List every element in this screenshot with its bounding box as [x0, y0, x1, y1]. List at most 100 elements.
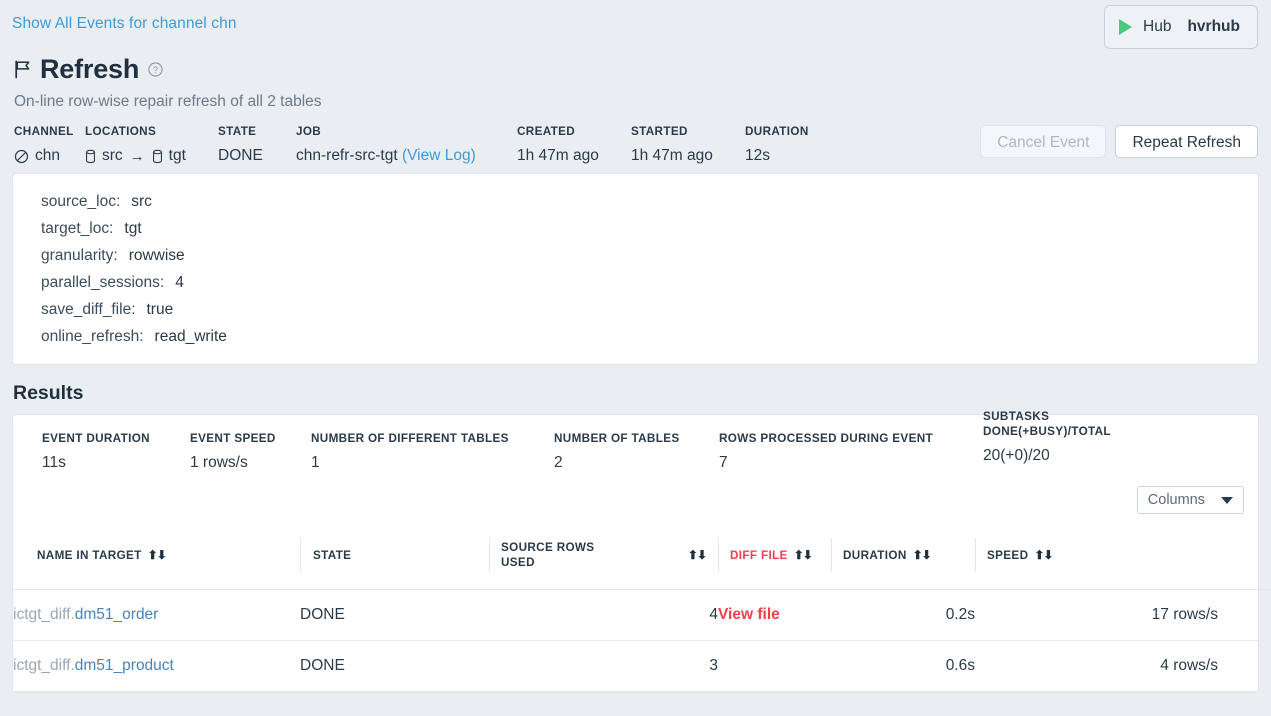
parameter-key: save_diff_file: — [41, 296, 136, 323]
columns-row: Columns — [13, 472, 1258, 514]
meta-channel: CHANNEL chn — [14, 125, 85, 165]
parameter-key: target_loc: — [41, 215, 113, 242]
columns-button-label: Columns — [1148, 492, 1205, 508]
meta-locations: LOCATIONS src → tgt — [85, 125, 218, 165]
results-stats-row: EVENT DURATION 11s EVENT SPEED 1 rows/s … — [13, 415, 1258, 472]
parameter-row: parallel_sessions: 4 — [13, 269, 1258, 296]
meta-state-value: DONE — [218, 147, 296, 165]
meta-created: CREATED 1h 47m ago — [517, 125, 631, 165]
repeat-refresh-button[interactable]: Repeat Refresh — [1115, 125, 1258, 158]
channel-icon — [14, 149, 29, 164]
hub-label: Hub — [1143, 18, 1171, 36]
parameter-value: 4 — [175, 269, 184, 296]
col-diff-file[interactable]: DIFF FILE ⬆⬇ — [718, 525, 831, 590]
view-file-link[interactable]: View file — [718, 606, 780, 623]
cell-duration: 0.2s — [831, 590, 975, 641]
parameter-value: src — [131, 188, 152, 215]
meta-created-value: 1h 47m ago — [517, 147, 631, 165]
stat-value: 11s — [42, 454, 190, 472]
table-schema: ictgt_diff. — [13, 657, 75, 674]
parameters-card: source_loc: src target_loc: tgt granular… — [12, 173, 1259, 365]
view-log-link[interactable]: (View Log) — [402, 147, 476, 165]
results-card: EVENT DURATION 11s EVENT SPEED 1 rows/s … — [12, 414, 1259, 693]
event-action-buttons: Cancel Event Repeat Refresh — [980, 125, 1258, 158]
table-row[interactable]: ictgt_diff.dm51_order DONE 4 View file 0… — [13, 590, 1271, 641]
columns-button[interactable]: Columns — [1137, 486, 1244, 514]
col-source-rows-used[interactable]: SOURCE ROWS USED — [489, 525, 608, 590]
stat-subtasks: SUBTASKS DONE(+BUSY)/TOTAL 20(+0)/20 — [983, 409, 1173, 472]
meta-started: STARTED 1h 47m ago — [631, 125, 745, 165]
hub-button[interactable]: Hub hvrhub — [1104, 5, 1258, 49]
parameter-row: target_loc: tgt — [13, 215, 1258, 242]
cell-source-rows-used: 4 — [608, 590, 718, 641]
sort-updown-icon[interactable]: ⬆⬇ — [1034, 548, 1052, 562]
meta-duration: DURATION 12s — [745, 125, 845, 165]
cell-source-rows-used: 3 — [608, 641, 718, 692]
cell-name-in-target[interactable]: ictgt_diff.dm51_order — [13, 590, 300, 641]
cell-diff-file[interactable]: View file — [718, 590, 831, 641]
page-title-row: Refresh ? — [0, 52, 1271, 86]
parameter-value: read_write — [155, 323, 227, 350]
stat-value: 2 — [554, 454, 719, 472]
sort-updown-icon[interactable]: ⬆⬇ — [913, 548, 931, 562]
cell-speed: 17 rows/s — [975, 590, 1271, 641]
parameter-key: granularity: — [41, 242, 118, 269]
help-circle-icon[interactable]: ? — [148, 56, 163, 82]
stat-rows-processed: ROWS PROCESSED DURING EVENT 7 — [719, 431, 983, 472]
stat-value: 1 — [311, 454, 554, 472]
page-title: Refresh — [40, 54, 139, 85]
parameter-row: save_diff_file: true — [13, 296, 1258, 323]
meta-location-source: src — [102, 147, 123, 165]
parameter-key: source_loc: — [41, 188, 120, 215]
table-name: dm51_order — [75, 606, 159, 623]
meta-location-target: tgt — [169, 147, 186, 165]
meta-job: JOB chn-refr-src-tgt (View Log) — [296, 125, 517, 165]
col-state[interactable]: STATE — [300, 525, 489, 590]
chevron-down-icon — [1221, 497, 1233, 504]
database-icon-target — [152, 149, 163, 164]
stat-number-of-different-tables: NUMBER OF DIFFERENT TABLES 1 — [311, 431, 554, 472]
parameter-value: tgt — [124, 215, 141, 242]
meta-duration-value: 12s — [745, 147, 845, 165]
cell-diff-file — [718, 641, 831, 692]
stat-event-speed: EVENT SPEED 1 rows/s — [190, 431, 311, 472]
play-icon — [1119, 19, 1132, 35]
col-name-in-target[interactable]: NAME IN TARGET ⬆⬇ — [13, 525, 300, 590]
table-row[interactable]: ictgt_diff.dm51_product DONE 3 0.6s 4 ro… — [13, 641, 1271, 692]
table-name: dm51_product — [75, 657, 174, 674]
results-section-title: Results — [0, 365, 1271, 414]
parameter-value: rowwise — [129, 242, 185, 269]
cancel-event-button[interactable]: Cancel Event — [980, 125, 1106, 158]
meta-state: STATE DONE — [218, 125, 296, 165]
stat-event-duration: EVENT DURATION 11s — [13, 431, 190, 472]
cell-speed: 4 rows/s — [975, 641, 1271, 692]
show-all-events-link[interactable]: Show All Events for channel chn — [12, 15, 237, 33]
meta-job-value: chn-refr-src-tgt — [296, 147, 398, 165]
stat-value: 7 — [719, 454, 983, 472]
parameter-row: granularity: rowwise — [13, 242, 1258, 269]
meta-started-value: 1h 47m ago — [631, 147, 745, 165]
parameter-value: true — [147, 296, 174, 323]
col-speed[interactable]: SPEED ⬆⬇ — [975, 525, 1271, 590]
cell-state: DONE — [300, 641, 489, 692]
parameter-row: online_refresh: read_write — [13, 323, 1258, 350]
table-header-row: NAME IN TARGET ⬆⬇ STATE SOURCE ROWS USED… — [13, 525, 1271, 590]
page-subtitle: On-line row-wise repair refresh of all 2… — [0, 86, 1271, 111]
table-schema: ictgt_diff. — [13, 606, 75, 623]
meta-channel-value: chn — [35, 147, 60, 165]
top-bar: Show All Events for channel chn Hub hvrh… — [0, 0, 1271, 52]
cell-name-in-target[interactable]: ictgt_diff.dm51_product — [13, 641, 300, 692]
col-source-rows-sort[interactable]: ⬆⬇ — [608, 525, 718, 590]
sort-updown-icon[interactable]: ⬆⬇ — [794, 548, 812, 562]
arrow-icon: → — [130, 148, 145, 165]
database-icon-source — [85, 149, 96, 164]
flag-icon — [14, 60, 31, 79]
event-meta-row: CHANNEL chn LOCATIONS — [0, 125, 1271, 173]
col-duration[interactable]: DURATION ⬆⬇ — [831, 525, 975, 590]
cell-duration: 0.6s — [831, 641, 975, 692]
sort-updown-icon[interactable]: ⬆⬇ — [688, 548, 706, 562]
results-table: NAME IN TARGET ⬆⬇ STATE SOURCE ROWS USED… — [13, 525, 1271, 692]
sort-updown-icon[interactable]: ⬆⬇ — [148, 548, 166, 562]
parameter-key: online_refresh: — [41, 323, 144, 350]
cell-state: DONE — [300, 590, 489, 641]
